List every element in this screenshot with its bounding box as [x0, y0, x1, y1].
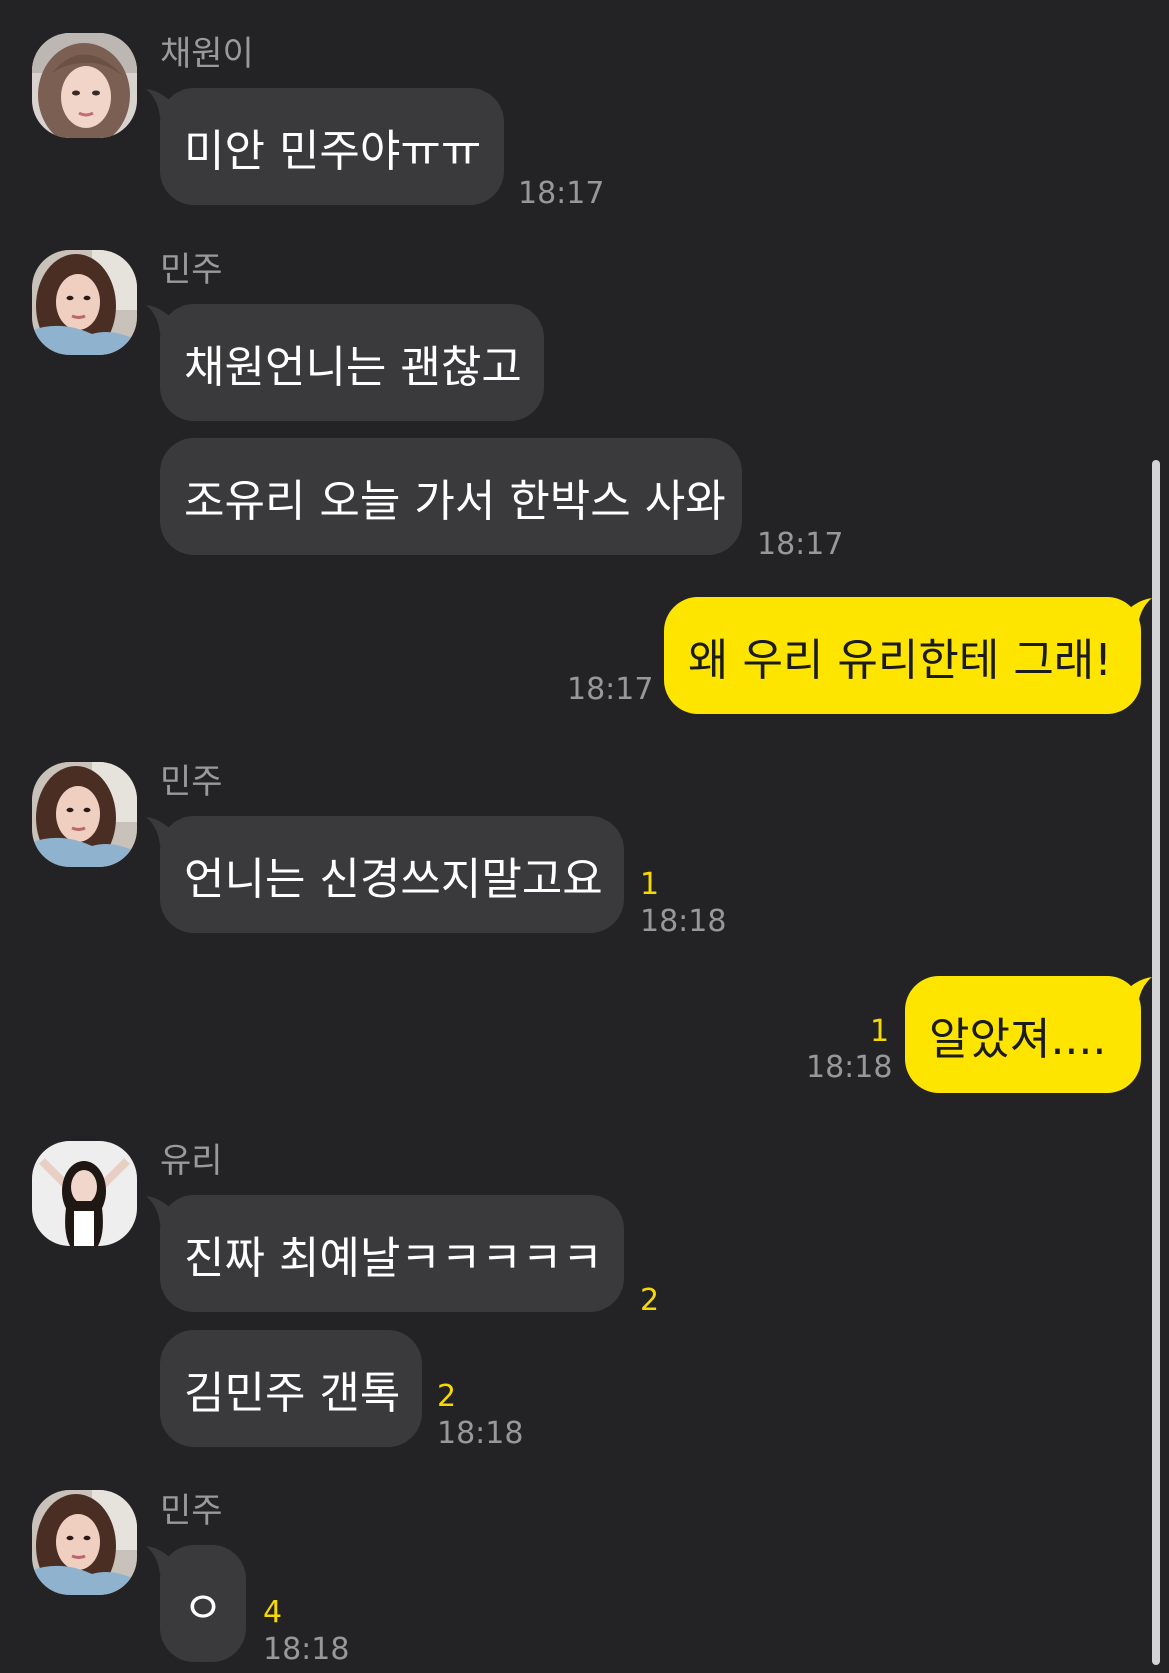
- avatar-minju[interactable]: [32, 762, 137, 867]
- message-bubble[interactable]: 진짜 최예날ㅋㅋㅋㅋㅋ: [160, 1195, 624, 1312]
- unread-count: 1: [870, 1014, 890, 1049]
- profile-photo-icon: [32, 762, 137, 867]
- unread-count: 2: [640, 1283, 660, 1318]
- sender-name: 민주: [160, 1491, 223, 1531]
- unread-count: 2: [437, 1379, 457, 1414]
- unread-count: 1: [640, 867, 660, 902]
- message-bubble[interactable]: 조유리 오늘 가서 한박스 사와: [160, 438, 742, 555]
- avatar-chaewon[interactable]: [32, 33, 137, 138]
- message-bubble[interactable]: 언니는 신경쓰지말고요: [160, 816, 624, 933]
- bubble-tail: [1124, 598, 1152, 626]
- message-time: 18:18: [806, 1050, 893, 1085]
- message-time: 18:17: [757, 527, 844, 562]
- message-time: 18:18: [437, 1416, 524, 1451]
- avatar-minju[interactable]: [32, 1490, 137, 1595]
- profile-photo-icon: [32, 1490, 137, 1595]
- scrollbar[interactable]: [1152, 460, 1160, 1665]
- profile-photo-icon: [32, 33, 137, 138]
- message-time: 18:17: [518, 176, 605, 211]
- unread-count: 4: [263, 1595, 283, 1630]
- message-bubble-sent[interactable]: 왜 우리 유리한테 그래!: [664, 597, 1141, 714]
- profile-photo-icon: [32, 1141, 137, 1246]
- message-bubble[interactable]: 미안 민주야ㅠㅠ: [160, 88, 504, 205]
- chat-message-list[interactable]: 채원이 미안 민주야ㅠㅠ 18:17 민주 채원언니는 괜찮고 조유리 오늘 가…: [0, 0, 1169, 1673]
- sender-name: 채원이: [160, 34, 254, 74]
- sender-name: 민주: [160, 762, 223, 802]
- message-time: 18:18: [640, 904, 727, 939]
- sender-name: 민주: [160, 250, 223, 290]
- sender-name: 유리: [160, 1141, 223, 1181]
- message-time: 18:17: [567, 672, 654, 707]
- avatar-minju[interactable]: [32, 250, 137, 355]
- message-bubble[interactable]: 채원언니는 괜찮고: [160, 304, 544, 421]
- message-bubble[interactable]: ㅇ: [160, 1545, 246, 1662]
- avatar-yuri[interactable]: [32, 1141, 137, 1246]
- message-bubble[interactable]: 김민주 갠톡: [160, 1330, 422, 1447]
- message-bubble-sent[interactable]: 알았져....: [905, 976, 1141, 1093]
- profile-photo-icon: [32, 250, 137, 355]
- bubble-tail: [1124, 977, 1152, 1005]
- message-time: 18:18: [263, 1632, 350, 1667]
